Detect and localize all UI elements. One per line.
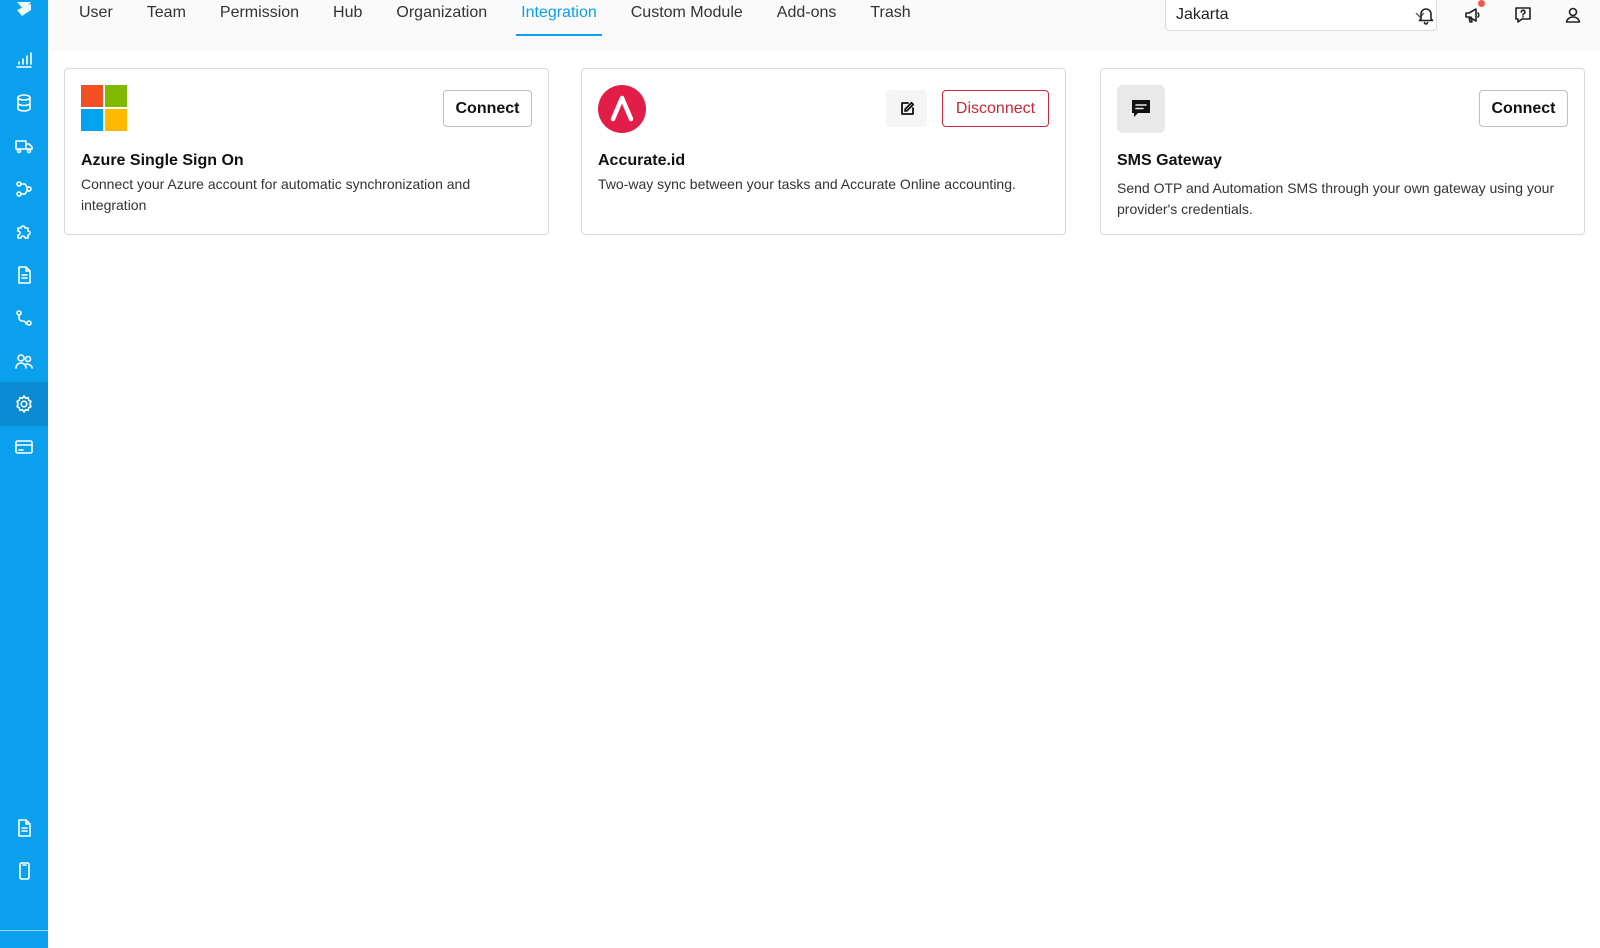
top-navigation-bar: User Team Permission Hub Organization In… (48, 0, 1600, 51)
sidebar-settings-icon[interactable] (0, 382, 48, 426)
accurate-logo-icon (598, 85, 646, 133)
card-description: Two-way sync between your tasks and Accu… (598, 176, 1016, 192)
integration-card-azure: Connect Azure Single Sign On Connect you… (64, 68, 549, 235)
microsoft-logo-icon (81, 85, 129, 133)
sidebar-delivery-truck-icon[interactable] (0, 124, 48, 168)
tab-hub[interactable]: Hub (316, 0, 379, 36)
sidebar-users-icon[interactable] (0, 339, 48, 383)
edit-icon[interactable] (886, 90, 927, 127)
sidebar-document-icon[interactable] (0, 253, 48, 297)
card-description: Send OTP and Automation SMS through your… (1117, 180, 1555, 217)
sidebar-route-icon[interactable] (0, 296, 48, 340)
card-title: SMS Gateway (1117, 152, 1222, 169)
card-title: Accurate.id (598, 152, 686, 169)
tab-custom-module[interactable]: Custom Module (614, 0, 760, 36)
sidebar-database-icon[interactable] (0, 81, 48, 125)
sidebar-workflow-icon[interactable] (0, 167, 48, 211)
sidebar-puzzle-icon[interactable] (0, 210, 48, 254)
user-icon[interactable] (1560, 2, 1586, 28)
megaphone-icon[interactable] (1460, 0, 1486, 28)
sidebar-report-icon[interactable] (0, 806, 48, 850)
tab-trash[interactable]: Trash (853, 0, 927, 36)
tab-user[interactable]: User (72, 0, 130, 36)
tab-permission[interactable]: Permission (203, 0, 316, 36)
azure-connect-button[interactable]: Connect (443, 90, 532, 127)
sidebar-divider (0, 930, 48, 931)
settings-tabs: User Team Permission Hub Organization In… (72, 0, 928, 36)
tab-team[interactable]: Team (130, 0, 203, 36)
accurate-disconnect-button[interactable]: Disconnect (942, 90, 1049, 127)
card-description: Connect your Azure account for automatic… (81, 176, 471, 213)
integration-card-accurate: Disconnect Accurate.id Two-way sync betw… (581, 68, 1066, 235)
sidebar-billing-card-icon[interactable] (0, 425, 48, 469)
notification-dot (1478, 0, 1485, 7)
location-select-value: Jakarta (1176, 6, 1229, 23)
sidebar (0, 0, 48, 948)
integrations-content: Connect Azure Single Sign On Connect you… (48, 51, 1600, 948)
sidebar-mobile-icon[interactable] (0, 849, 48, 893)
bell-icon[interactable] (1413, 2, 1439, 28)
location-select[interactable]: Jakarta (1165, 0, 1437, 31)
tab-organization[interactable]: Organization (379, 0, 504, 36)
sms-chat-icon (1117, 85, 1165, 133)
tab-add-ons[interactable]: Add-ons (760, 0, 854, 36)
tab-integration[interactable]: Integration (516, 0, 602, 36)
card-title: Azure Single Sign On (81, 152, 244, 169)
help-icon[interactable] (1510, 2, 1536, 28)
sidebar-analytics-icon[interactable] (0, 38, 48, 82)
integration-card-sms-gateway: Connect SMS Gateway Send OTP and Automat… (1100, 68, 1585, 235)
sms-gateway-connect-button[interactable]: Connect (1479, 90, 1568, 127)
app-logo-icon[interactable] (14, 0, 34, 20)
